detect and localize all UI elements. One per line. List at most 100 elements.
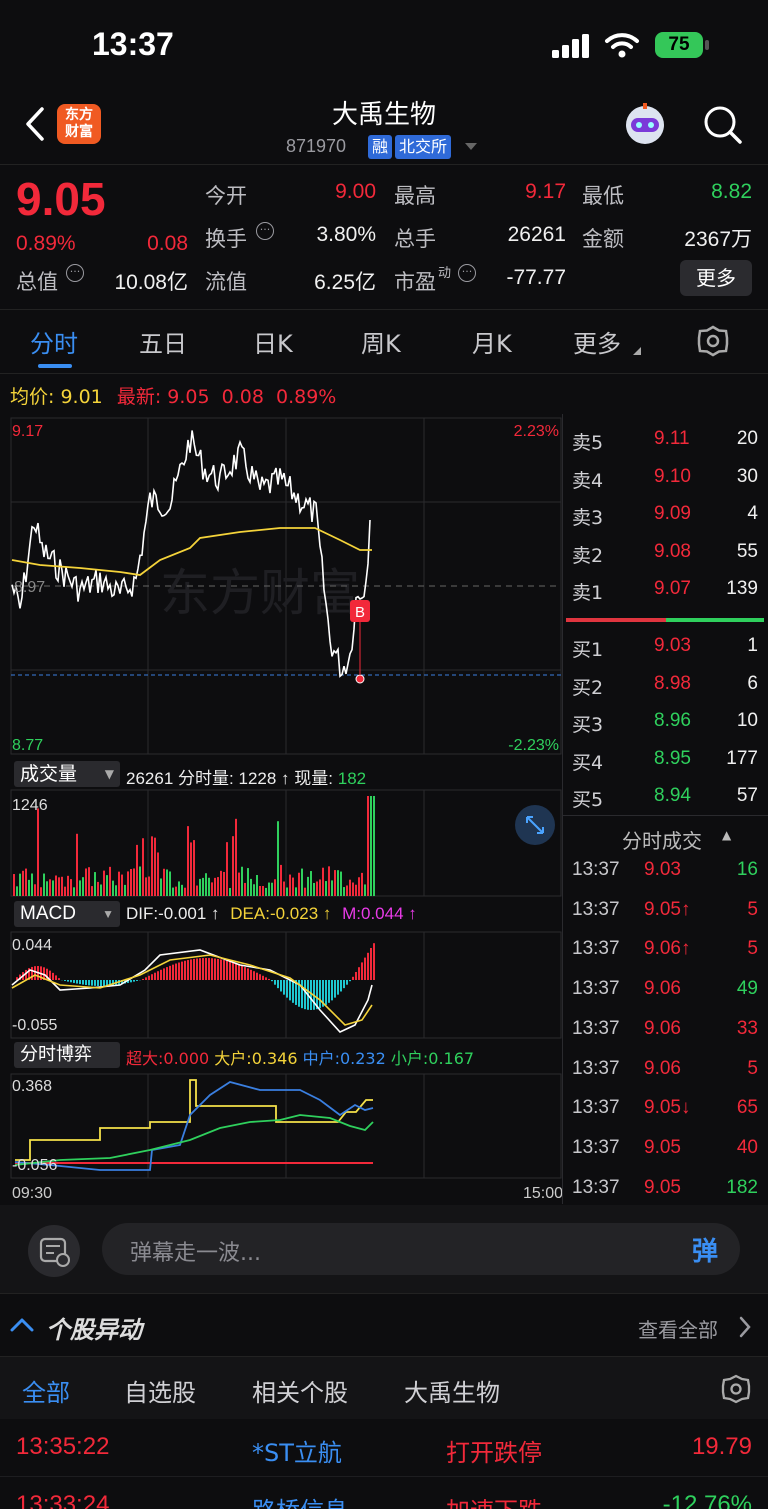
volume-bar [112,880,114,896]
macd-bar [94,980,96,986]
news-tab-related[interactable]: 相关个股 [252,1373,348,1408]
danmaku-input[interactable]: 弹幕走一波... 弹 [102,1223,740,1275]
macd-bar [283,980,285,995]
tab-weekly-k[interactable]: 周K [361,324,401,359]
intraday-chart[interactable]: 东方财富 B 9.17 8.77 8.97 2.23% -2.23% 1246 … [0,410,565,1210]
macd-bar [232,962,234,980]
tab-intraday[interactable]: 分时 [30,324,78,359]
tab-five-day[interactable]: 五日 [139,324,187,359]
chevron-right-icon[interactable] [738,1316,752,1338]
chevron-up-icon[interactable] [10,1316,34,1332]
news-header[interactable]: 个股异动 查看全部 [0,1293,768,1357]
volume-bar [256,875,258,896]
bid-row[interactable]: 买2 8.98 6 [570,667,760,703]
low-value: 8.82 [711,180,752,203]
prev-close-label: 8.97 [14,579,45,596]
change-amount: 0.08 [147,232,188,255]
volume-bar [370,796,372,896]
game-indicator-select[interactable]: 分时博弈 [14,1042,120,1068]
volume-bar [181,884,183,896]
volume-max-label: 1246 [12,797,48,814]
news-row[interactable]: 13:35:22 *ST立航 打开跌停 19.79 [0,1419,768,1477]
volume-bar [241,866,243,896]
tick-row: 13:37 9.05↓ 65 [572,1097,758,1119]
market-cap-value: 10.08亿 [114,271,188,294]
volume-bar [43,873,45,896]
volume-bar [136,844,138,896]
bid-row[interactable]: 买3 8.96 10 [570,704,760,740]
danmaku-settings-button[interactable] [28,1225,80,1277]
gear-icon[interactable] [696,324,730,358]
ask-row[interactable]: 卖2 9.08 55 [570,535,760,571]
macd-bar [301,980,303,1009]
news-row[interactable]: 13:33:24 路桥信息 加速下跌 -12.76% [0,1477,768,1509]
bid-row[interactable]: 买4 8.95 177 [570,742,760,778]
high-label: 最高 [394,184,436,208]
volume-bar [175,886,177,896]
pe-value: -77.77 [506,266,566,289]
volume-bar [229,887,231,896]
view-all-link[interactable]: 查看全部 [638,1314,718,1343]
game-top-label: 0.368 [12,1078,52,1095]
ticks-title[interactable]: 分时成交 [622,825,702,854]
macd-bar [250,969,252,980]
info-icon[interactable]: ··· [66,264,84,282]
macd-bar [256,972,258,980]
tab-daily-k[interactable]: 日K [253,324,293,359]
info-icon[interactable]: ··· [256,222,274,240]
macd-bar [244,967,246,980]
macd-bar [262,975,264,980]
tab-more[interactable]: 更多 [573,324,621,359]
tab-monthly-k[interactable]: 月K [472,324,512,359]
depth-bar-bid [666,618,764,622]
trade-point [355,674,365,684]
pe-sup: 动 [438,266,452,281]
volume-bar [40,887,42,896]
volume-bar [163,868,165,896]
macd-bar [160,969,162,980]
volume-bar [184,887,186,896]
macd-bar [157,971,159,980]
macd-bar [172,964,174,980]
ask-row[interactable]: 卖5 9.11 20 [570,422,760,458]
volume-bar [292,877,294,896]
volume-indicator-select[interactable]: 成交量 ▼ [14,761,120,787]
x-start-label: 09:30 [12,1185,52,1202]
macd-stats: DIF:-0.001 ↑ DEA:-0.023 ↑ M:0.044 ↑ [126,904,417,923]
news-tab-stock[interactable]: 大禹生物 [404,1373,500,1408]
macd-indicator-select[interactable]: MACD ▼ [14,901,120,927]
macd-bar [361,962,363,980]
dropdown-caret-icon[interactable] [464,142,478,152]
gear-icon[interactable] [720,1373,752,1405]
volume-bar [64,886,66,896]
macd-bar [166,967,168,980]
ask-row[interactable]: 卖1 9.07 139 [570,572,760,608]
more-button[interactable]: 更多 [680,260,752,296]
volume-bar [139,866,141,896]
cellular-signal-icon [552,34,589,58]
volume-bar [49,879,51,896]
robot-assistant-icon[interactable] [622,102,668,148]
bid-row[interactable]: 买5 8.94 57 [570,779,760,815]
volume-bar [301,868,303,896]
news-tab-all[interactable]: 全部 [22,1373,70,1408]
volume-bar [298,872,300,896]
info-icon[interactable]: ··· [458,264,476,282]
volume-bar [91,886,93,896]
macd-bar [337,980,339,995]
volume-bar [259,885,261,896]
ask-row[interactable]: 卖3 9.09 4 [570,497,760,533]
macd-bar [268,978,270,980]
volume-bar [166,869,168,896]
macd-bar [271,980,273,982]
caret-up-icon: ▲ [722,828,732,842]
search-icon[interactable] [702,104,742,146]
volume-bar [217,877,219,896]
bid-row[interactable]: 买1 9.03 1 [570,629,760,665]
ask-row[interactable]: 卖4 9.10 30 [570,460,760,496]
volume-bar [157,852,159,896]
macd-bar [70,980,72,983]
danmaku-send-button[interactable]: 弹 [692,1231,718,1268]
macd-bar [187,960,189,980]
news-tab-watchlist[interactable]: 自选股 [124,1373,196,1408]
